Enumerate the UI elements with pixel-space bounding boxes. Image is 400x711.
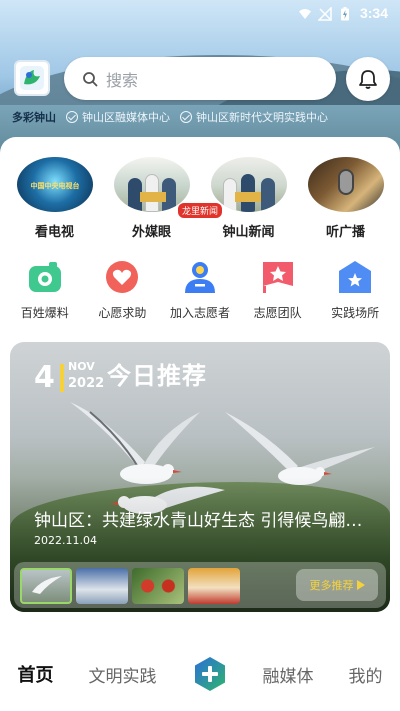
- tv-thumbnail: 中国中央电视台: [16, 157, 93, 212]
- media-tv[interactable]: 中国中央电视台 龙里新闻 看电视: [13, 157, 223, 240]
- nav-mine[interactable]: 我的: [349, 662, 383, 687]
- recommend-month: NOV: [68, 360, 95, 373]
- service-practice-site[interactable]: 实践场所: [318, 259, 392, 321]
- thumbnail-item[interactable]: [76, 568, 128, 604]
- header-tag-row: 多彩钟山 钟山区融媒体中心 钟山区新时代文明实践中心: [12, 109, 328, 125]
- service-wish[interactable]: 心愿求助: [85, 259, 159, 321]
- service-label: 实践场所: [331, 306, 380, 320]
- tag-media-center[interactable]: 钟山区融媒体中心: [66, 109, 170, 125]
- media-radio[interactable]: 听广播: [304, 157, 388, 240]
- check-circle-icon: [66, 111, 78, 123]
- service-volunteer-team[interactable]: 志愿团队: [241, 259, 315, 321]
- brand-tag[interactable]: 多彩钟山: [12, 109, 56, 125]
- camera-icon: [28, 262, 61, 292]
- heart-icon: [106, 261, 139, 293]
- media-label: 看电视: [34, 225, 74, 240]
- wifi-icon: [299, 9, 311, 19]
- recommend-panel[interactable]: 4 NOV 2022 今日推荐 钟山区：共建绿水青山好生态 引得候鸟翩跹来 20…: [10, 342, 390, 612]
- bell-icon: [359, 70, 377, 89]
- thumbnail-item[interactable]: [20, 568, 72, 604]
- nav-home[interactable]: 首页: [18, 661, 54, 687]
- media-foreign[interactable]: 外媒眼: [110, 157, 194, 240]
- recommend-thumbnail-strip: 更多推荐: [14, 562, 386, 608]
- radio-thumbnail: [307, 157, 384, 212]
- app-logo[interactable]: [14, 60, 50, 96]
- search-placeholder: 搜索: [106, 70, 139, 90]
- tv-thumbnail-text: 中国中央电视台: [30, 182, 80, 190]
- nav-media[interactable]: 融媒体: [263, 662, 314, 687]
- status-bar: 3:34: [0, 0, 400, 28]
- media-label: 钟山新闻: [222, 225, 275, 240]
- house-star-icon: [339, 261, 372, 293]
- recommend-year: 2022: [68, 376, 105, 391]
- bottom-nav: 首页 文明实践 融媒体 我的: [0, 637, 400, 711]
- service-label: 百姓爆料: [20, 306, 69, 320]
- search-icon: [83, 71, 98, 86]
- service-row: 百姓爆料 心愿求助 加入志愿者 志愿团队 实践场所: [0, 259, 400, 321]
- content-card: 中国中央电视台 龙里新闻 看电视 外媒眼 钟山新闻 听广播 百姓爆料 心愿求助 …: [0, 137, 400, 637]
- more-recommend-button[interactable]: 更多推荐: [296, 569, 378, 601]
- service-label: 志愿团队: [253, 306, 302, 320]
- star-flag-icon: [262, 262, 293, 293]
- service-join-volunteer[interactable]: 加入志愿者: [163, 259, 237, 321]
- status-time: 3:34: [359, 5, 388, 21]
- plus-hexagon-icon: [194, 657, 225, 691]
- search-bar[interactable]: 搜索: [64, 57, 336, 100]
- user-plus-icon: [184, 262, 215, 293]
- logo-icon: [20, 66, 44, 90]
- battery-icon: [341, 7, 349, 21]
- recommend-headline[interactable]: 钟山区：共建绿水青山好生态 引得候鸟翩跹来: [34, 506, 374, 531]
- service-label: 加入志愿者: [169, 306, 230, 320]
- thumbnail-item[interactable]: [132, 568, 184, 604]
- recommend-title: 今日推荐: [107, 362, 207, 390]
- tv-badge: 龙里新闻: [177, 203, 223, 218]
- thumbnail-item[interactable]: [188, 568, 240, 604]
- tag-practice-center[interactable]: 钟山区新时代文明实践中心: [180, 109, 328, 125]
- notification-button[interactable]: [346, 57, 390, 101]
- no-signal-icon: [318, 7, 332, 21]
- foreign-thumbnail: [113, 157, 190, 212]
- media-label: 听广播: [325, 225, 365, 240]
- nav-civilization[interactable]: 文明实践: [89, 662, 157, 687]
- service-report[interactable]: 百姓爆料: [8, 259, 82, 321]
- service-label: 心愿求助: [98, 306, 147, 320]
- more-recommend-label: 更多推荐: [309, 579, 354, 592]
- play-arrow-icon: [356, 580, 365, 590]
- media-news[interactable]: 钟山新闻: [207, 157, 291, 240]
- nav-add-button[interactable]: [192, 656, 228, 692]
- recommend-date: 2022.11.04: [34, 534, 97, 547]
- media-label: 外媒眼: [131, 225, 171, 240]
- recommend-day: 4: [34, 360, 55, 395]
- news-thumbnail: [210, 157, 287, 212]
- check-circle-icon: [180, 111, 192, 123]
- media-channel-row: 中国中央电视台 龙里新闻 看电视 外媒眼 钟山新闻 听广播: [0, 157, 400, 240]
- date-divider: [60, 364, 64, 392]
